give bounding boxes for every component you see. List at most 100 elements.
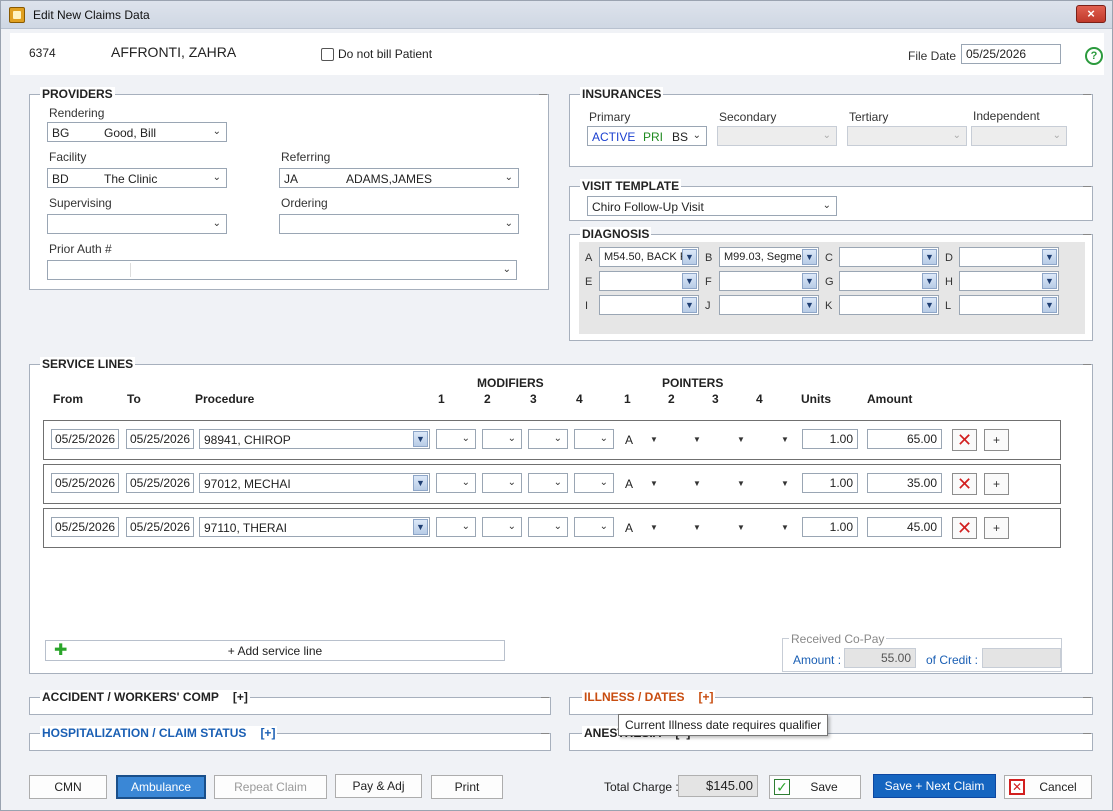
service-from-date[interactable]: 05/25/2026	[51, 517, 119, 537]
modifier-2-select[interactable]: ⌄	[482, 429, 522, 449]
diagnosis-select-h[interactable]: ▼	[959, 271, 1059, 291]
illness-section-header[interactable]: ILLNESS / DATES [+]	[582, 690, 716, 704]
diagnosis-select-b[interactable]: M99.03, Segmen ▼	[719, 247, 819, 267]
close-button[interactable]: ×	[1076, 5, 1106, 23]
diagnosis-select-j[interactable]: ▼	[719, 295, 819, 315]
modifier-2-select[interactable]: ⌄	[482, 473, 522, 493]
pointer-1-dropdown-icon[interactable]: ▼	[650, 479, 658, 488]
diagnosis-select-g[interactable]: ▼	[839, 271, 939, 291]
cmn-button[interactable]: CMN	[29, 775, 107, 799]
pointer-3-dropdown-icon[interactable]: ▼	[737, 523, 745, 532]
diagnosis-select-f[interactable]: ▼	[719, 271, 819, 291]
service-from-date[interactable]: 05/25/2026	[51, 429, 119, 449]
diagnosis-letter: F	[705, 276, 712, 288]
diagnosis-select-i[interactable]: ▼	[599, 295, 699, 315]
pointer-4-dropdown-icon[interactable]: ▼	[781, 435, 789, 444]
procedure-select[interactable]: 97110, THERAI ▼	[199, 517, 430, 537]
diagnosis-letter: B	[705, 252, 713, 264]
supervising-select[interactable]: ⌄	[47, 214, 227, 234]
diagnosis-select-k[interactable]: ▼	[839, 295, 939, 315]
hospitalization-section-header[interactable]: HOSPITALIZATION / CLAIM STATUS [+]	[40, 726, 278, 740]
add-service-line-button[interactable]: ✚ + Add service line	[45, 640, 505, 661]
pointer-3-dropdown-icon[interactable]: ▼	[737, 435, 745, 444]
secondary-insurance-select[interactable]: ⌄	[717, 126, 837, 146]
pointer-1-dropdown-icon[interactable]: ▼	[650, 523, 658, 532]
prior-auth-select[interactable]: ⌄	[47, 260, 517, 280]
service-to-date[interactable]: 05/25/2026	[126, 473, 194, 493]
pointer-2-dropdown-icon[interactable]: ▼	[693, 523, 701, 532]
amount-input[interactable]: 35.00	[867, 473, 942, 493]
units-input[interactable]: 1.00	[802, 473, 858, 493]
diagnosis-select-a[interactable]: M54.50, BACK P ▼	[599, 247, 699, 267]
modifier-3-select[interactable]: ⌄	[528, 473, 568, 493]
modifier-4-select[interactable]: ⌄	[574, 473, 614, 493]
modifier-1-select[interactable]: ⌄	[436, 473, 476, 493]
procedure-value: 98941, CHIROP	[204, 433, 291, 447]
visit-template-select[interactable]: Chiro Follow-Up Visit ⌄	[587, 196, 837, 216]
illness-date-tooltip: Current Illness date requires qualifier	[618, 714, 829, 736]
print-button[interactable]: Print	[431, 775, 503, 799]
diagnosis-letter: D	[945, 252, 953, 264]
service-to-date[interactable]: 05/25/2026	[126, 517, 194, 537]
units-input[interactable]: 1.00	[802, 517, 858, 537]
diagnosis-letter: E	[585, 276, 593, 288]
diagnosis-select-c[interactable]: ▼	[839, 247, 939, 267]
delete-line-button[interactable]: ✕	[952, 517, 977, 539]
expand-toggle[interactable]: [+]	[233, 690, 248, 704]
delete-line-button[interactable]: ✕	[952, 429, 977, 451]
procedure-select[interactable]: 98941, CHIROP ▼	[199, 429, 430, 449]
do-not-bill-label: Do not bill Patient	[338, 47, 433, 61]
file-date-input[interactable]: 05/25/2026	[961, 44, 1061, 64]
modifier-4-select[interactable]: ⌄	[574, 517, 614, 537]
tertiary-insurance-select[interactable]: ⌄	[847, 126, 967, 146]
modifier-4-select[interactable]: ⌄	[574, 429, 614, 449]
ambulance-button[interactable]: Ambulance	[116, 775, 206, 799]
accident-section-header[interactable]: ACCIDENT / WORKERS' COMP [+]	[40, 690, 250, 704]
insert-line-button[interactable]: +	[984, 429, 1009, 451]
do-not-bill-checkbox[interactable]	[321, 48, 334, 61]
save-button[interactable]: ✓ Save	[769, 775, 861, 799]
pointer-1-value[interactable]: A	[625, 477, 633, 491]
insert-line-button[interactable]: +	[984, 473, 1009, 495]
pointer-2-dropdown-icon[interactable]: ▼	[693, 479, 701, 488]
pointer-1-value[interactable]: A	[625, 433, 633, 447]
pointer-3-dropdown-icon[interactable]: ▼	[737, 479, 745, 488]
diagnosis-select-l[interactable]: ▼	[959, 295, 1059, 315]
ordering-select[interactable]: ⌄	[279, 214, 519, 234]
procedure-select[interactable]: 97012, MECHAI ▼	[199, 473, 430, 493]
units-input[interactable]: 1.00	[802, 429, 858, 449]
pay-adj-button[interactable]: Pay & Adj	[335, 774, 422, 798]
primary-insurance-select[interactable]: ACTIVE PRI BS ⌄	[587, 126, 707, 146]
service-from-date[interactable]: 05/25/2026	[51, 473, 119, 493]
rendering-select[interactable]: BG Good, Bill ⌄	[47, 122, 227, 142]
pointer-4-dropdown-icon[interactable]: ▼	[781, 523, 789, 532]
pointer-2-dropdown-icon[interactable]: ▼	[693, 435, 701, 444]
expand-toggle[interactable]: [+]	[698, 690, 713, 704]
pointer-1-dropdown-icon[interactable]: ▼	[650, 435, 658, 444]
cancel-button[interactable]: ✕ Cancel	[1004, 775, 1092, 799]
file-date-label: File Date	[908, 49, 957, 63]
modifier-1-select[interactable]: ⌄	[436, 517, 476, 537]
independent-insurance-select[interactable]: ⌄	[971, 126, 1067, 146]
modifier-3-select[interactable]: ⌄	[528, 429, 568, 449]
save-next-claim-button[interactable]: Save + Next Claim	[873, 774, 996, 798]
service-to-date[interactable]: 05/25/2026	[126, 429, 194, 449]
expand-toggle[interactable]: [+]	[260, 726, 275, 740]
repeat-claim-button[interactable]: Repeat Claim	[214, 775, 327, 799]
insert-line-button[interactable]: +	[984, 517, 1009, 539]
pointer-1-value[interactable]: A	[625, 521, 633, 535]
pointer-4-dropdown-icon[interactable]: ▼	[781, 479, 789, 488]
amount-input[interactable]: 45.00	[867, 517, 942, 537]
referring-select[interactable]: JA ADAMS,JAMES ⌄	[279, 168, 519, 188]
modifier-3-select[interactable]: ⌄	[528, 517, 568, 537]
diagnosis-select-e[interactable]: ▼	[599, 271, 699, 291]
diagnosis-select-d[interactable]: ▼	[959, 247, 1059, 267]
facility-select[interactable]: BD The Clinic ⌄	[47, 168, 227, 188]
delete-line-button[interactable]: ✕	[952, 473, 977, 495]
diagnosis-value: M99.03, Segmen	[724, 251, 802, 263]
modifier-2-select[interactable]: ⌄	[482, 517, 522, 537]
modifier-1-select[interactable]: ⌄	[436, 429, 476, 449]
help-circle-icon[interactable]: ?	[1085, 47, 1103, 65]
illness-title: ILLNESS / DATES	[584, 690, 685, 704]
amount-input[interactable]: 65.00	[867, 429, 942, 449]
